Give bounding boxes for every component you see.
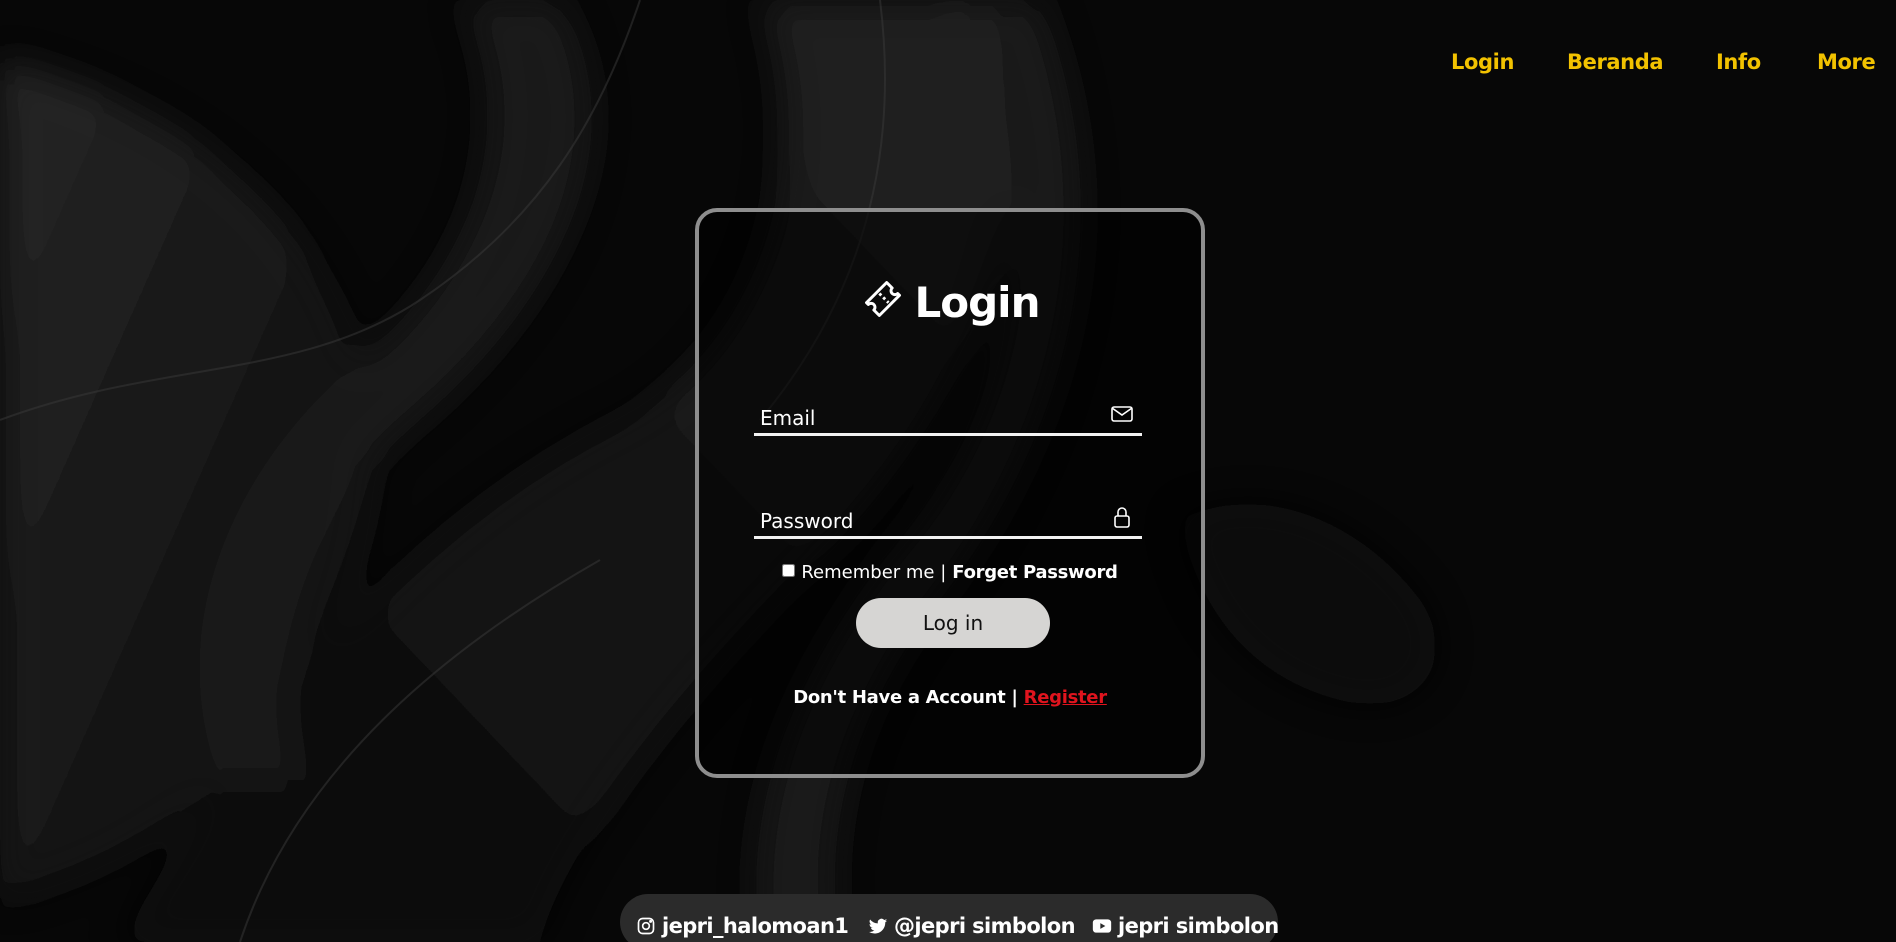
instagram-icon (637, 917, 655, 935)
youtube-link[interactable]: jepri simbolon (1092, 912, 1279, 940)
mail-icon (1111, 406, 1133, 422)
ticket-icon (864, 281, 901, 317)
register-link[interactable]: Register (1024, 687, 1107, 708)
register-row: Don't Have a Account | Register (699, 682, 1201, 712)
twitter-link[interactable]: @jepri simbolon (868, 912, 1076, 940)
remember-label: Remember me | (801, 561, 947, 583)
no-account-text: Don't Have a Account | (793, 686, 1018, 708)
nav-link-beranda[interactable]: Beranda (1567, 50, 1664, 74)
social-footer: jepri_halomoan1 @jepri simbolon jepri si… (620, 894, 1279, 942)
instagram-handle: jepri_halomoan1 (662, 914, 849, 938)
login-title: Login (914, 277, 1041, 327)
password-input[interactable] (754, 499, 1094, 536)
twitter-handle: @jepri simbolon (894, 914, 1076, 938)
email-input[interactable] (754, 396, 1094, 433)
twitter-icon (868, 918, 888, 934)
nav-link-login[interactable]: Login (1451, 50, 1514, 74)
forget-password-link[interactable]: Forget Password (952, 562, 1118, 583)
youtube-handle: jepri simbolon (1118, 914, 1279, 938)
email-field (754, 396, 1142, 436)
top-navigation: Login Beranda Info More (0, 44, 1896, 80)
remember-row: Remember me | Forget Password (699, 557, 1201, 587)
nav-link-info[interactable]: Info (1716, 50, 1761, 74)
youtube-icon (1092, 919, 1112, 933)
login-card: Login Remember me | Forget Password Log … (695, 208, 1205, 778)
login-heading: Login (699, 272, 1201, 332)
nav-link-more[interactable]: More (1817, 50, 1876, 74)
password-field (754, 499, 1142, 539)
remember-checkbox[interactable] (782, 563, 796, 577)
instagram-link[interactable]: jepri_halomoan1 (636, 912, 849, 940)
login-button[interactable]: Log in (856, 598, 1050, 648)
lock-icon (1114, 507, 1130, 528)
